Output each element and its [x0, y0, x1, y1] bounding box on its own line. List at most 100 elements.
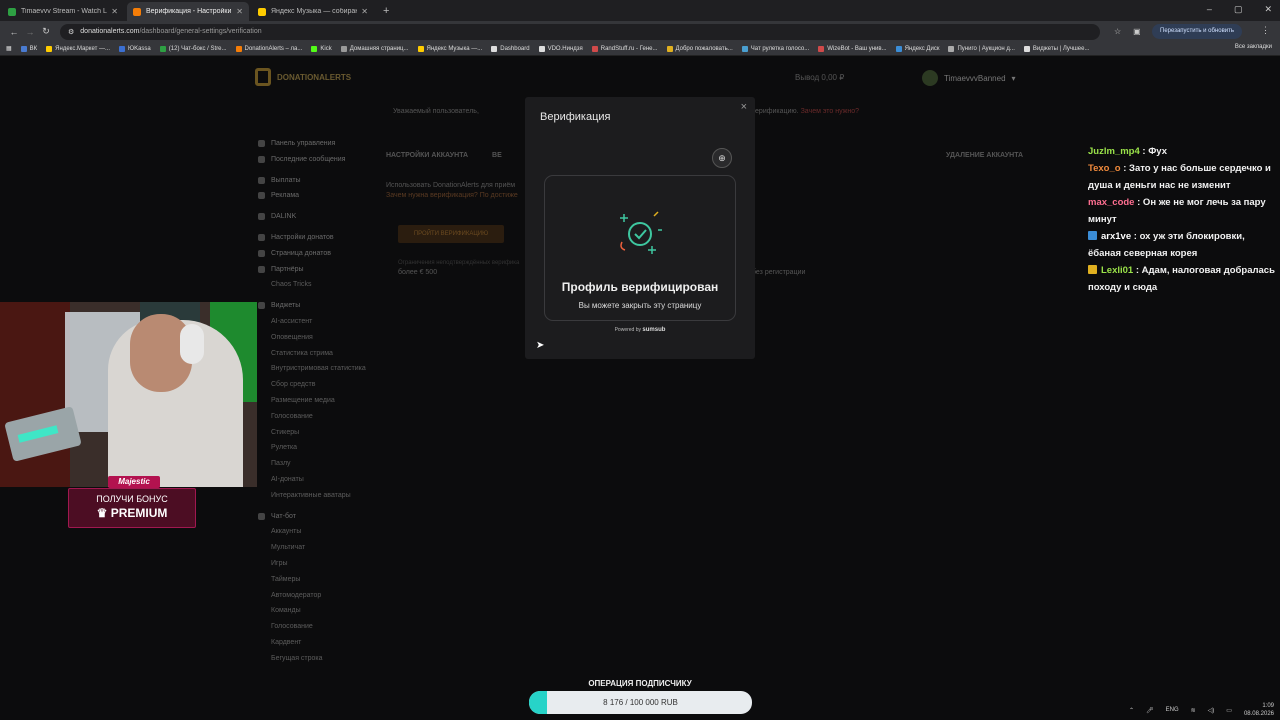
- sidebar-item[interactable]: Настройки донатов: [258, 230, 388, 246]
- sidebar-item[interactable]: Команды: [258, 603, 388, 619]
- minimize-icon[interactable]: –: [1207, 4, 1212, 15]
- start-verification-button[interactable]: ПРОЙТИ ВЕРИФИКАЦИЮ: [398, 225, 504, 243]
- sidebar-item[interactable]: Размещение медиа: [258, 393, 388, 409]
- sidebar-item[interactable]: AI-ассистент: [258, 314, 388, 330]
- bookmark-item[interactable]: Чат рулетка голосо...: [741, 45, 809, 52]
- bookmark-item[interactable]: (12) Чат-бокс / Stre...: [159, 45, 227, 52]
- sidebar-item[interactable]: Chaos Tricks: [258, 277, 388, 293]
- bookmark-item[interactable]: Виджеты | Лучшее...: [1023, 45, 1089, 52]
- browser-tab[interactable]: Timaevvv Stream - Watch Live o ✕: [2, 2, 124, 21]
- wifi-icon[interactable]: ≋: [1191, 707, 1196, 714]
- sidebar-item[interactable]: Страница донатов: [258, 246, 388, 262]
- reload-icon[interactable]: ↻: [38, 26, 54, 37]
- bookmark-star-icon[interactable]: ☆: [1114, 27, 1121, 36]
- sidebar-item[interactable]: Оповещения: [258, 330, 388, 346]
- sidebar-item[interactable]: Бегущая строка: [258, 651, 388, 667]
- goal-progress-bar: 8 176 / 100 000 RUB: [529, 691, 752, 714]
- language-indicator[interactable]: ENG: [1166, 707, 1179, 713]
- browser-menu-icon[interactable]: ⋮: [1261, 25, 1270, 36]
- sidebar-item[interactable]: Мультичат: [258, 540, 388, 556]
- bookmark-item[interactable]: Добро пожаловать...: [666, 45, 733, 52]
- bookmark-item[interactable]: Яндекс Диск: [895, 45, 939, 52]
- sidebar-item[interactable]: Интерактивные аватары: [258, 488, 388, 504]
- bookmark-item[interactable]: ЮKassa: [119, 45, 151, 52]
- sidebar-item[interactable]: Голосование: [258, 619, 388, 635]
- bookmark-favicon-icon: [491, 45, 498, 52]
- sidebar-item[interactable]: Панель управления: [258, 136, 388, 152]
- sidebar-item[interactable]: Последние сообщения: [258, 152, 388, 168]
- sidebar-item[interactable]: Реклама: [258, 188, 388, 204]
- verified-check-icon: [620, 211, 662, 254]
- apps-icon[interactable]: ▦: [6, 45, 12, 52]
- bookmark-item[interactable]: Яндекс Музыка —...: [417, 45, 482, 52]
- bookmark-item[interactable]: VDO.Ниндзя: [538, 45, 583, 52]
- bookmark-item[interactable]: DonationAlerts – ла...: [235, 45, 302, 52]
- browser-tab[interactable]: Верификация - Настройки акк ✕: [127, 2, 249, 21]
- microphone-icon[interactable]: 🎤︎: [1146, 707, 1154, 714]
- sidebar-item[interactable]: Внутристримовая статистика: [258, 361, 388, 377]
- sidebar-item[interactable]: Выплаты: [258, 173, 388, 189]
- sidebar-item[interactable]: Пазлу: [258, 456, 388, 472]
- battery-icon[interactable]: ▭: [1226, 707, 1232, 714]
- tab-verification[interactable]: ВЕ: [492, 152, 502, 159]
- language-globe-icon[interactable]: ⊕: [712, 148, 732, 168]
- sidebar-item[interactable]: Сбор средств: [258, 377, 388, 393]
- extensions-icon[interactable]: ▣: [1133, 27, 1141, 36]
- close-window-icon[interactable]: ✕: [1264, 4, 1272, 15]
- tab-close-icon[interactable]: ✕: [111, 7, 118, 16]
- why-link[interactable]: Зачем это нужно?: [801, 108, 859, 115]
- donationalerts-logo[interactable]: DONATIONALERTS: [255, 68, 351, 86]
- tab-close-icon[interactable]: ✕: [361, 7, 368, 16]
- bookmark-item[interactable]: Пуниго | Аукцион д...: [948, 45, 1015, 52]
- volume-icon[interactable]: ◁): [1208, 707, 1215, 714]
- sidebar-item[interactable]: Чат-бот: [258, 509, 388, 525]
- system-tray: ⌃ 🎤︎ ENG ≋ ◁) ▭ 1:09 08.08.2026: [1129, 702, 1274, 718]
- username: TimaevvvBanned: [944, 73, 1006, 83]
- sidebar-item[interactable]: Партнёры: [258, 262, 388, 278]
- bookmark-favicon-icon: [1023, 45, 1030, 52]
- bookmark-favicon-icon: [591, 45, 598, 52]
- chevron-up-icon[interactable]: ⌃: [1129, 707, 1134, 714]
- bookmark-favicon-icon: [159, 45, 166, 52]
- sidebar-item[interactable]: DALINK: [258, 209, 388, 225]
- back-icon[interactable]: ←: [6, 27, 22, 37]
- browser-tab[interactable]: Яндекс Музыка — собирают ✕: [252, 2, 374, 21]
- close-icon[interactable]: ×: [741, 101, 747, 113]
- bookmark-favicon-icon: [895, 45, 902, 52]
- bookmark-item[interactable]: Kick: [311, 45, 332, 52]
- forward-icon[interactable]: →: [22, 27, 38, 37]
- sidebar-item[interactable]: Виджеты: [258, 298, 388, 314]
- sidebar-item[interactable]: Кардвент: [258, 635, 388, 651]
- limits-amount: более € 500: [398, 269, 438, 276]
- new-tab-button[interactable]: +: [377, 2, 395, 21]
- bookmark-item[interactable]: ВК: [20, 45, 37, 52]
- address-input[interactable]: ⚙ donationalerts.com/dashboard/general-s…: [60, 23, 1100, 40]
- clock[interactable]: 1:09 08.08.2026: [1244, 702, 1274, 718]
- sidebar-item[interactable]: Автомодератор: [258, 588, 388, 604]
- relaunch-button[interactable]: Перезапустить и обновить: [1152, 24, 1242, 39]
- user-menu[interactable]: TimaevvvBanned ▾: [922, 70, 1016, 86]
- bookmark-item[interactable]: Домашняя страниц...: [340, 45, 409, 52]
- tab-account-settings[interactable]: НАСТРОЙКИ АККАУНТА: [386, 152, 468, 159]
- all-bookmarks-button[interactable]: Все закладки: [1235, 44, 1272, 50]
- bookmark-item[interactable]: RandStuff.ru - Гене...: [591, 45, 658, 52]
- mouse-cursor-icon: ➤: [536, 340, 545, 351]
- sidebar-item[interactable]: Статистика стрима: [258, 346, 388, 362]
- sidebar-item[interactable]: AI-донаты: [258, 472, 388, 488]
- tab-close-icon[interactable]: ✕: [236, 7, 243, 16]
- sidebar-item[interactable]: Игры: [258, 556, 388, 572]
- sidebar-item[interactable]: Рулетка: [258, 440, 388, 456]
- tab-delete-account[interactable]: УДАЛЕНИЕ АККАУНТА: [946, 152, 1023, 159]
- sidebar-item[interactable]: Аккаунты: [258, 524, 388, 540]
- bookmark-item[interactable]: Dashboard: [491, 45, 530, 52]
- sidebar-item[interactable]: Таймеры: [258, 572, 388, 588]
- bookmark-item[interactable]: WizeBot - Ваш унив...: [818, 45, 887, 52]
- maximize-icon[interactable]: ▢: [1234, 4, 1243, 15]
- site-info-icon[interactable]: ⚙: [68, 28, 74, 36]
- sidebar-item[interactable]: Голосование: [258, 409, 388, 425]
- sidebar-item[interactable]: Стикеры: [258, 425, 388, 441]
- bookmark-item[interactable]: Яндекс.Маркет —...: [46, 45, 110, 52]
- bonus-banner: Majestic ПОЛУЧИ БОНУС ♛ PREMIUM: [68, 476, 196, 528]
- bookmark-favicon-icon: [46, 45, 53, 52]
- balance[interactable]: Вывод 0,00 ₽: [795, 73, 844, 82]
